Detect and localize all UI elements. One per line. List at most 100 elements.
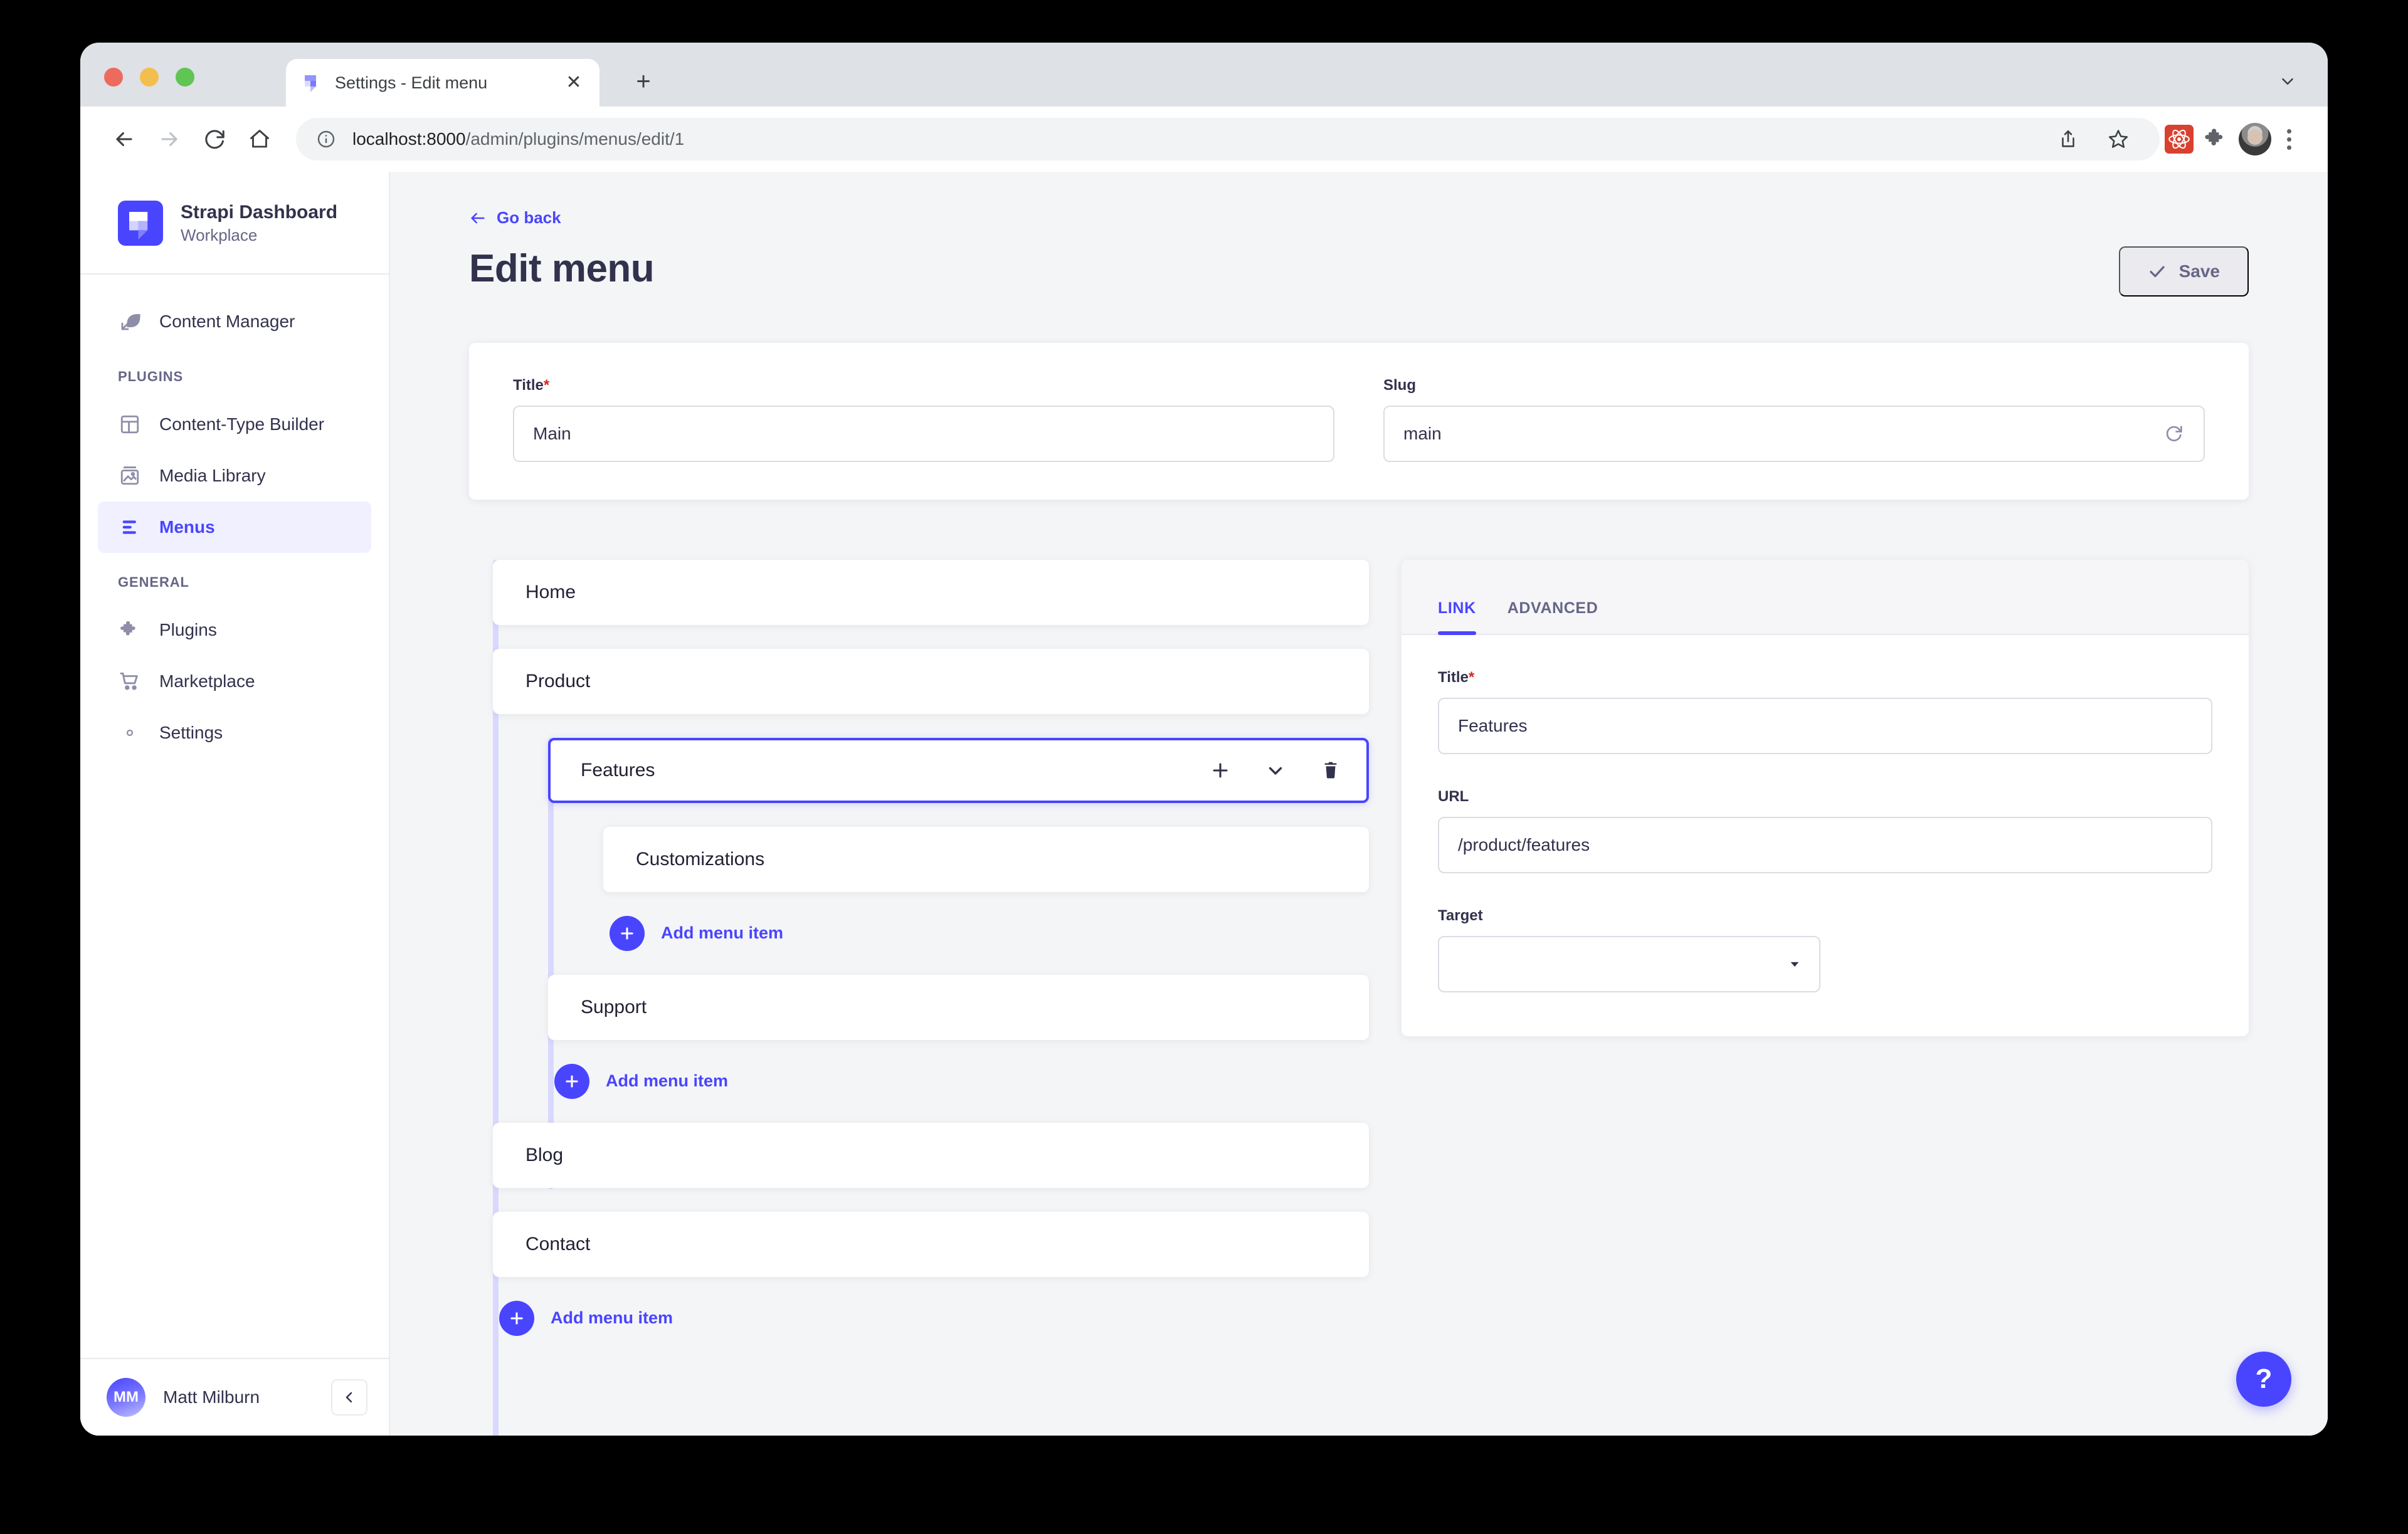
layout-grid-icon: [118, 412, 142, 436]
menu-item-row[interactable]: Support: [548, 974, 1369, 1040]
menu-item-row[interactable]: Customizations: [603, 826, 1369, 892]
menu-item-row[interactable]: Home: [493, 559, 1369, 625]
link-title-label: Title*: [1438, 668, 1475, 686]
plus-icon: [554, 1063, 589, 1099]
plus-icon[interactable]: +: [627, 65, 660, 98]
sidebar-item-settings[interactable]: Settings: [98, 707, 371, 759]
sidebar-item-marketplace[interactable]: Marketplace: [98, 656, 371, 707]
go-back-link[interactable]: Go back: [469, 208, 561, 228]
slug-field-group: Slug main: [1383, 377, 2205, 462]
menu-item-label: Features: [581, 759, 655, 780]
plus-icon: [499, 1300, 534, 1336]
puzzle-piece-icon[interactable]: [2194, 117, 2239, 162]
address-bar[interactable]: localhost:8000/admin/plugins/menus/edit/…: [296, 118, 2160, 160]
profile-avatar-icon[interactable]: [2239, 123, 2271, 155]
sidebar-user-bar: MM Matt Milburn: [80, 1358, 389, 1436]
arrow-left-icon[interactable]: [102, 117, 147, 162]
slug-input[interactable]: main: [1383, 405, 2205, 462]
minimize-window-button[interactable]: [140, 68, 159, 87]
trash-icon[interactable]: [1318, 757, 1344, 784]
question-mark-icon: ?: [2255, 1363, 2273, 1394]
star-icon[interactable]: [2096, 117, 2141, 162]
sidebar-item-content-manager[interactable]: Content Manager: [98, 296, 371, 347]
sidebar: Strapi Dashboard Workplace Content Manag…: [80, 172, 390, 1436]
link-editor-body: Title* Features URL /product/features Ta…: [1402, 635, 2249, 1036]
menu-item-label: Support: [581, 996, 647, 1017]
feather-pen-icon: [118, 310, 142, 334]
menu-item-label: Customizations: [636, 848, 765, 869]
menu-items-tree: Home Product Features Customizations Add…: [469, 559, 1369, 1436]
react-devtools-icon[interactable]: [2165, 125, 2194, 154]
puzzle-piece-icon: [118, 618, 142, 642]
info-circle-icon[interactable]: [316, 129, 336, 149]
main-content: Go back Edit menu Save Title* Main Slug …: [390, 172, 2328, 1436]
chevron-down-icon[interactable]: [2274, 68, 2301, 95]
save-button[interactable]: Save: [2118, 246, 2249, 297]
menu-item-label: Home: [525, 581, 576, 602]
add-menu-item-button[interactable]: Add menu item: [499, 1300, 1369, 1336]
sidebar-nav: Content Manager PLUGINS Content-Type Bui…: [80, 275, 389, 1358]
menu-lines-icon: [118, 515, 142, 539]
sidebar-group-plugins-label: PLUGINS: [118, 369, 184, 384]
sidebar-item-label: Menus: [159, 517, 215, 537]
strapi-logo-icon: [118, 201, 163, 246]
avatar[interactable]: MM: [107, 1378, 145, 1417]
sidebar-item-media-library[interactable]: Media Library: [98, 450, 371, 502]
browser-toolbar: localhost:8000/admin/plugins/menus/edit/…: [80, 107, 2328, 172]
share-icon[interactable]: [2046, 117, 2091, 162]
title-input[interactable]: Main: [513, 405, 1334, 462]
reload-icon[interactable]: [192, 117, 237, 162]
chevron-left-icon[interactable]: [331, 1379, 367, 1416]
slug-input-value: main: [1403, 423, 1442, 443]
user-name: Matt Milburn: [163, 1387, 260, 1407]
menu-item-row-selected[interactable]: Features: [548, 737, 1369, 803]
menu-item-row[interactable]: Product: [493, 648, 1369, 714]
browser-tab-strip: Settings - Edit menu ✕ +: [80, 43, 2328, 107]
desktop-background: Settings - Edit menu ✕ + localhost:8000/…: [0, 0, 2408, 1534]
sidebar-item-label: Content Manager: [159, 312, 295, 331]
tab-link[interactable]: LINK: [1438, 599, 1476, 635]
close-window-button[interactable]: [104, 68, 123, 87]
add-menu-item-button[interactable]: Add menu item: [610, 915, 1369, 951]
browser-tab[interactable]: Settings - Edit menu ✕: [286, 59, 599, 107]
link-url-value: /product/features: [1458, 834, 1590, 854]
save-label: Save: [2178, 261, 2220, 281]
add-menu-item-button[interactable]: Add menu item: [554, 1063, 1369, 1099]
close-icon[interactable]: ✕: [561, 70, 587, 96]
plus-icon[interactable]: [1207, 757, 1233, 784]
link-target-field-group: Target: [1438, 907, 2212, 992]
link-title-field-group: Title* Features: [1438, 669, 2212, 754]
link-url-input[interactable]: /product/features: [1438, 816, 2212, 873]
link-url-field-group: URL /product/features: [1438, 788, 2212, 873]
maximize-window-button[interactable]: [176, 68, 194, 87]
refresh-icon[interactable]: [2163, 423, 2185, 444]
link-target-label: Target: [1438, 906, 1483, 924]
menu-item-label: Contact: [525, 1233, 591, 1254]
tab-advanced[interactable]: ADVANCED: [1508, 599, 1598, 634]
link-editor-panel: LINK ADVANCED Title* Features URL /produ…: [1402, 559, 2249, 1036]
three-dot-menu-icon[interactable]: [2271, 122, 2306, 157]
strapi-admin-app: Strapi Dashboard Workplace Content Manag…: [80, 172, 2328, 1436]
strapi-logo-icon: [302, 73, 322, 93]
page-title: Edit menu: [469, 246, 655, 290]
sidebar-item-label: Settings: [159, 723, 223, 742]
link-target-select[interactable]: [1438, 935, 1820, 992]
link-editor-tabs: LINK ADVANCED: [1402, 559, 2249, 635]
menu-item-row[interactable]: Blog: [493, 1122, 1369, 1188]
menu-meta-card: Title* Main Slug main: [469, 342, 2249, 500]
link-title-input[interactable]: Features: [1438, 697, 2212, 754]
menu-item-row[interactable]: Contact: [493, 1211, 1369, 1277]
browser-window: Settings - Edit menu ✕ + localhost:8000/…: [80, 43, 2328, 1436]
sidebar-item-content-type-builder[interactable]: Content-Type Builder: [98, 399, 371, 450]
sidebar-item-menus[interactable]: Menus: [98, 502, 371, 553]
title-input-value: Main: [533, 423, 571, 443]
chevron-down-icon[interactable]: [1262, 757, 1289, 784]
help-button[interactable]: ?: [2236, 1352, 2291, 1407]
sidebar-brand[interactable]: Strapi Dashboard Workplace: [80, 172, 389, 275]
required-asterisk: *: [1468, 668, 1475, 686]
required-asterisk: *: [543, 376, 550, 394]
sidebar-item-plugins[interactable]: Plugins: [98, 604, 371, 656]
home-icon[interactable]: [237, 117, 282, 162]
brand-name: Strapi Dashboard: [181, 201, 338, 223]
arrow-right-icon[interactable]: [147, 117, 192, 162]
